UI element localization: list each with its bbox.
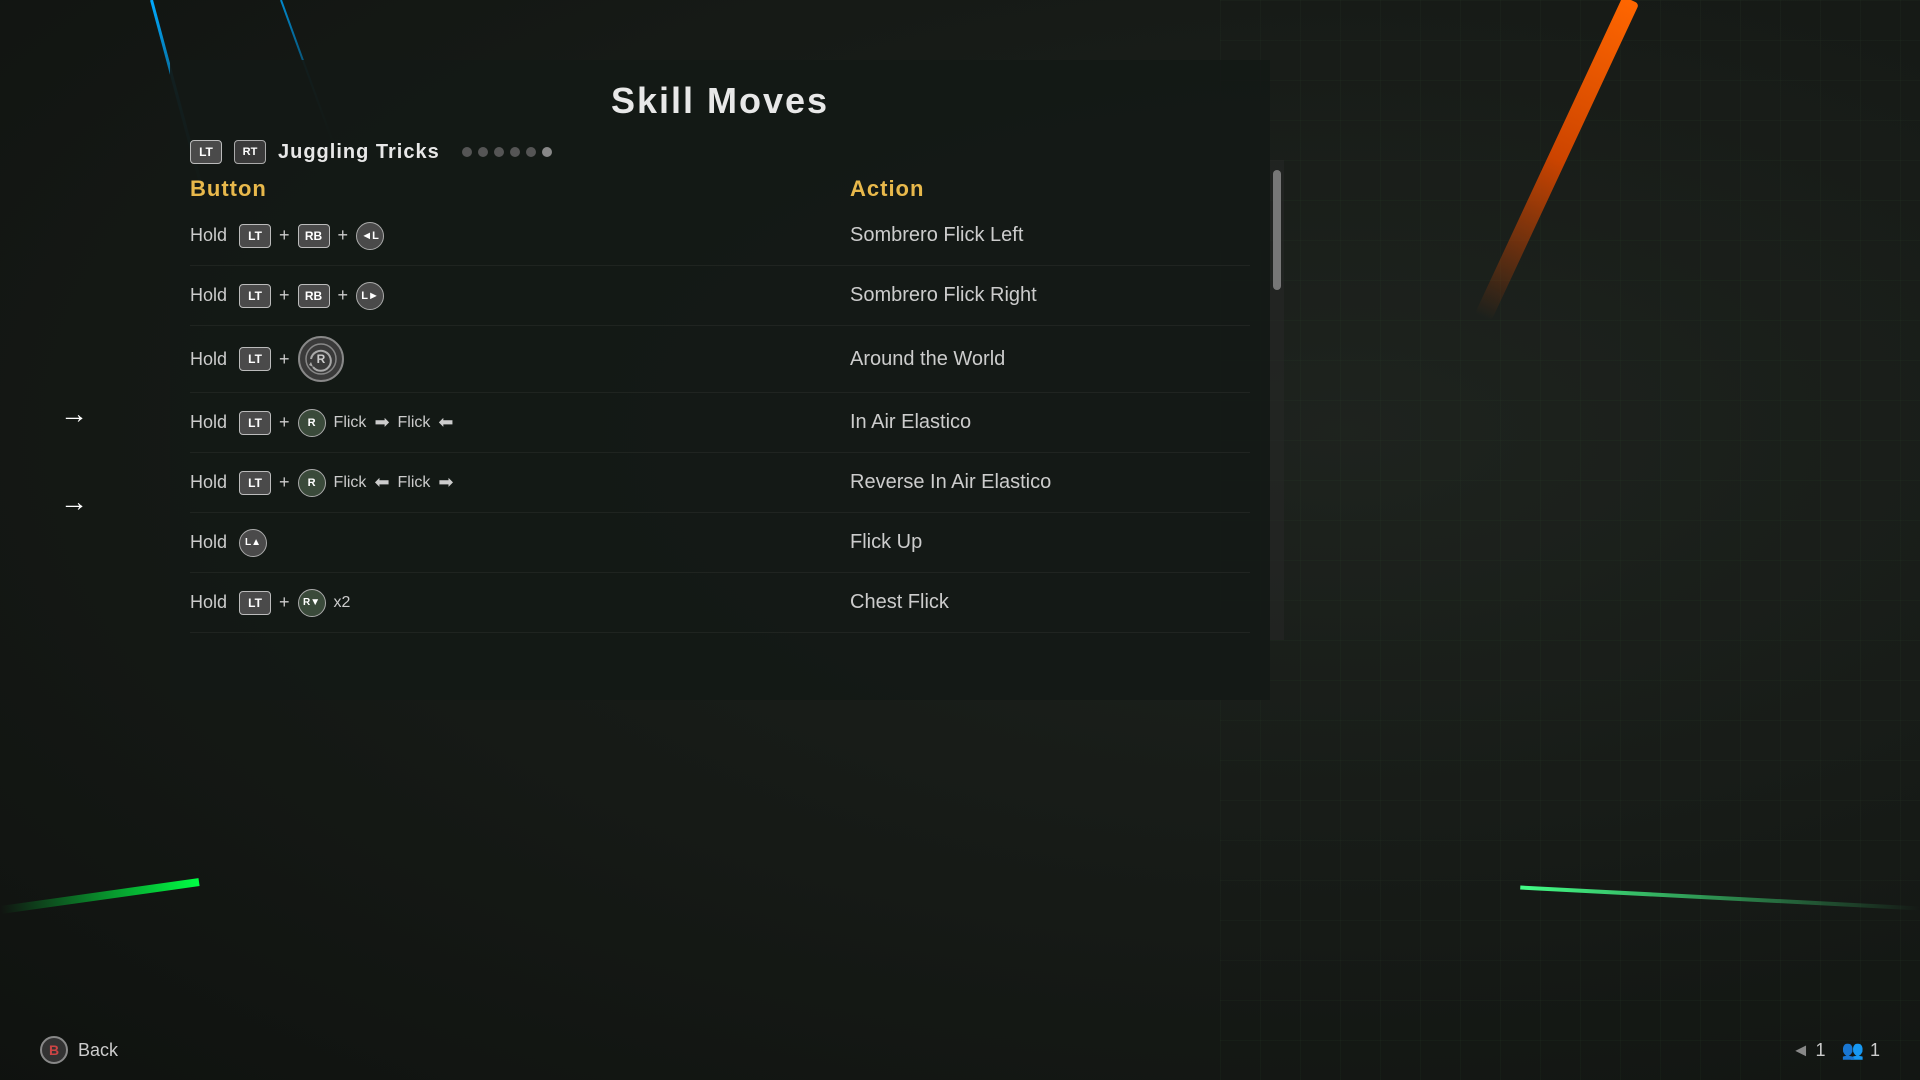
move-button-3: Hold LT + R <box>190 336 850 382</box>
skill-moves-panel: Skill Moves LT RT Juggling Tricks Button… <box>170 60 1270 700</box>
lt-badge-1: LT <box>239 224 271 248</box>
left-arrows-container: → → <box>60 400 88 516</box>
action-text-3: Around the World <box>850 348 1005 371</box>
move-row-5: Hold LT + R Flick ⬅ Flick ➡ Reverse In A… <box>190 453 1250 513</box>
green-line-right <box>1520 886 1920 911</box>
svg-text:R: R <box>316 352 325 366</box>
player-icon: 👥 <box>1842 1040 1864 1061</box>
arrow-right-4: ➡ <box>374 412 389 433</box>
action-text-5: Reverse In Air Elastico <box>850 471 1051 494</box>
rb-badge-2: RB <box>298 284 330 308</box>
lt-badge-2: LT <box>239 284 271 308</box>
flick-text-4b: Flick <box>398 414 431 432</box>
category-dots <box>462 147 552 157</box>
plus-7: + <box>279 592 290 613</box>
move-row-6: Hold L▲ Flick Up <box>190 513 1250 573</box>
rt-button[interactable]: RT <box>234 140 266 164</box>
move-button-7: Hold LT + R▼ x2 <box>190 589 850 617</box>
plus-1: + <box>279 225 290 246</box>
l-stick-up: L▲ <box>239 529 267 557</box>
bottom-right: ◄ 1 👥 1 <box>1792 1040 1880 1061</box>
move-row-7: Hold LT + R▼ x2 Chest Flick <box>190 573 1250 633</box>
left-arrow-2: → <box>60 488 88 516</box>
action-column-header: Action <box>850 176 924 202</box>
column-headers: Button Action <box>170 168 1270 206</box>
back-button[interactable]: B Back <box>40 1036 118 1064</box>
scrollbar[interactable] <box>1270 160 1284 640</box>
player-number: 1 <box>1870 1040 1880 1061</box>
flick-text-4a: Flick <box>334 414 367 432</box>
flick-text-5a: Flick <box>334 474 367 492</box>
b-circle: B <box>40 1036 68 1064</box>
move-button-1: Hold LT + RB + ◄L <box>190 222 850 250</box>
action-text-4: In Air Elastico <box>850 411 971 434</box>
hold-text-6: Hold <box>190 532 227 553</box>
dot-1 <box>462 147 472 157</box>
back-label: Back <box>78 1040 118 1061</box>
dot-3 <box>494 147 504 157</box>
plus-2: + <box>279 285 290 306</box>
action-text-2: Sombrero Flick Right <box>850 284 1037 307</box>
r-stick-7: R▼ <box>298 589 326 617</box>
page-title: Skill Moves <box>170 60 1270 132</box>
page-number: 1 <box>1816 1040 1826 1061</box>
lt-badge-5: LT <box>239 471 271 495</box>
r-rotate-icon: R <box>298 336 344 382</box>
plus-2b: + <box>338 285 349 306</box>
hold-text-7: Hold <box>190 592 227 613</box>
action-text-1: Sombrero Flick Left <box>850 224 1023 247</box>
lt-badge-4: LT <box>239 411 271 435</box>
page-indicator: ◄ 1 <box>1792 1040 1826 1061</box>
move-row-2: Hold LT + RB + L► Sombrero Flick Right <box>190 266 1250 326</box>
players-indicator: 👥 1 <box>1842 1040 1880 1061</box>
page-arrow-left: ◄ <box>1792 1040 1810 1061</box>
arrow-right-5: ➡ <box>438 472 453 493</box>
green-line-left <box>0 878 199 914</box>
move-button-2: Hold LT + RB + L► <box>190 282 850 310</box>
r-stick-5: R <box>298 469 326 497</box>
plus-5: + <box>279 472 290 493</box>
hold-text-4: Hold <box>190 412 227 433</box>
move-button-6: Hold L▲ <box>190 529 850 557</box>
r-stick-4: R <box>298 409 326 437</box>
category-bar: LT RT Juggling Tricks <box>170 132 1270 168</box>
flick-text-5b: Flick <box>398 474 431 492</box>
move-button-5: Hold LT + R Flick ⬅ Flick ➡ <box>190 469 850 497</box>
move-row-4: Hold LT + R Flick ➡ Flick ⬅ In Air Elast… <box>190 393 1250 453</box>
plus-3: + <box>279 349 290 370</box>
move-row-3: Hold LT + R Around the World <box>190 326 1250 393</box>
action-text-7: Chest Flick <box>850 591 949 614</box>
dot-6 <box>542 147 552 157</box>
plus-4: + <box>279 412 290 433</box>
l-stick-right: L► <box>356 282 384 310</box>
bottom-bar: B Back ◄ 1 👥 1 <box>0 1020 1920 1080</box>
button-column-header: Button <box>190 176 850 202</box>
hold-text-1: Hold <box>190 225 227 246</box>
lt-badge-7: LT <box>239 591 271 615</box>
lt-button[interactable]: LT <box>190 140 222 164</box>
left-arrow-1: → <box>60 400 88 428</box>
arrow-left-4: ⬅ <box>438 412 453 433</box>
moves-list: Hold LT + RB + ◄L Sombrero Flick Left Ho… <box>170 206 1270 633</box>
x2-text-7: x2 <box>334 594 351 612</box>
arrow-left-5: ⬅ <box>374 472 389 493</box>
dot-2 <box>478 147 488 157</box>
scrollbar-thumb[interactable] <box>1273 170 1281 290</box>
action-text-6: Flick Up <box>850 531 922 554</box>
l-stick-left: ◄L <box>356 222 384 250</box>
move-button-4: Hold LT + R Flick ➡ Flick ⬅ <box>190 409 850 437</box>
hold-text-5: Hold <box>190 472 227 493</box>
move-row-1: Hold LT + RB + ◄L Sombrero Flick Left <box>190 206 1250 266</box>
hold-text-2: Hold <box>190 285 227 306</box>
orange-line <box>1475 0 1639 321</box>
plus-1b: + <box>338 225 349 246</box>
lt-badge-3: LT <box>239 347 271 371</box>
category-name: Juggling Tricks <box>278 141 440 164</box>
b-label: B <box>49 1042 59 1058</box>
dot-4 <box>510 147 520 157</box>
rb-badge-1: RB <box>298 224 330 248</box>
hold-text-3: Hold <box>190 349 227 370</box>
dot-5 <box>526 147 536 157</box>
